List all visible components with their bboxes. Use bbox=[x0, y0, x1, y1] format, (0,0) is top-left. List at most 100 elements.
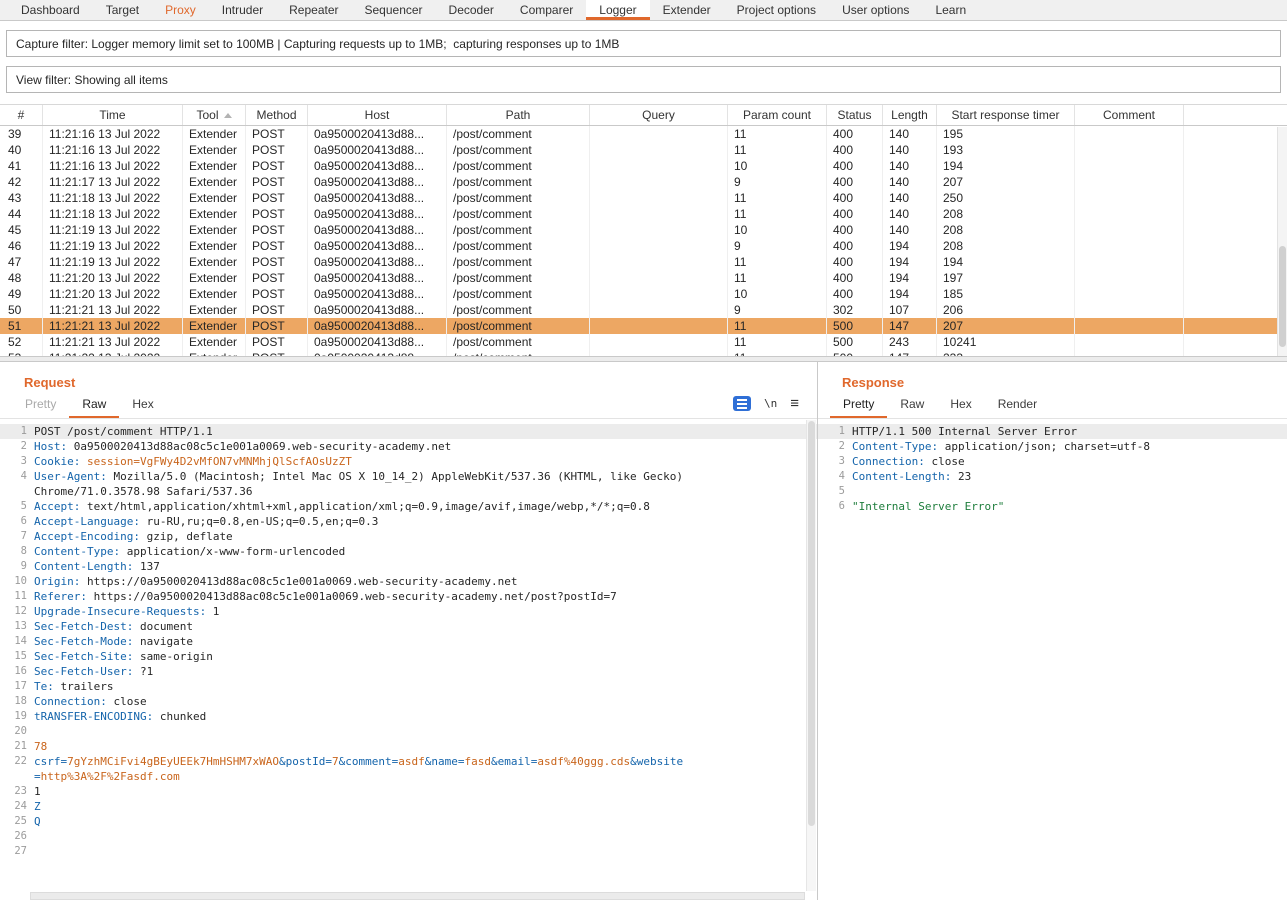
log-row-48[interactable]: 4811:21:20 13 Jul 2022ExtenderPOST0a9500… bbox=[0, 270, 1287, 286]
log-row-47[interactable]: 4711:21:19 13 Jul 2022ExtenderPOST0a9500… bbox=[0, 254, 1287, 270]
request-scrollbar-thumb[interactable] bbox=[808, 421, 815, 826]
column-header-tool[interactable]: Tool bbox=[183, 105, 246, 125]
request-vertical-scrollbar[interactable] bbox=[806, 420, 816, 891]
cell-status: 400 bbox=[827, 190, 883, 206]
log-row-53[interactable]: 5311:21:22 13 Jul 2022ExtenderPOST0a9500… bbox=[0, 350, 1287, 356]
cell-tool: Extender bbox=[183, 142, 246, 158]
request-horizontal-scrollbar[interactable] bbox=[30, 892, 805, 900]
table-vertical-scrollbar[interactable] bbox=[1277, 127, 1287, 356]
tab-learn[interactable]: Learn bbox=[922, 0, 979, 20]
column-header-start-response-timer[interactable]: Start response timer bbox=[937, 105, 1075, 125]
request-editor[interactable]: 1POST /post/comment HTTP/1.12Host: 0a950… bbox=[0, 419, 817, 900]
log-row-41[interactable]: 4111:21:16 13 Jul 2022ExtenderPOST0a9500… bbox=[0, 158, 1287, 174]
editor-line: 15Sec-Fetch-Site: same-origin bbox=[0, 649, 817, 664]
view-filter-bar[interactable]: View filter: Showing all items bbox=[6, 66, 1281, 93]
tab-decoder[interactable]: Decoder bbox=[436, 0, 507, 20]
response-tab-render[interactable]: Render bbox=[985, 392, 1050, 418]
line-number: 10 bbox=[0, 574, 27, 589]
tab-repeater[interactable]: Repeater bbox=[276, 0, 351, 20]
cell-length: 140 bbox=[883, 206, 937, 222]
cell-length: 147 bbox=[883, 350, 937, 356]
column-header-host[interactable]: Host bbox=[308, 105, 447, 125]
log-row-39[interactable]: 3911:21:16 13 Jul 2022ExtenderPOST0a9500… bbox=[0, 126, 1287, 142]
log-row-44[interactable]: 4411:21:18 13 Jul 2022ExtenderPOST0a9500… bbox=[0, 206, 1287, 222]
cell-path: /post/comment bbox=[447, 158, 590, 174]
log-row-51[interactable]: 5111:21:21 13 Jul 2022ExtenderPOST0a9500… bbox=[0, 318, 1287, 334]
cell-comment bbox=[1075, 206, 1184, 222]
log-row-43[interactable]: 4311:21:18 13 Jul 2022ExtenderPOST0a9500… bbox=[0, 190, 1287, 206]
editor-line: 6"Internal Server Error" bbox=[818, 499, 1287, 514]
tab-sequencer[interactable]: Sequencer bbox=[352, 0, 436, 20]
cell-comment bbox=[1075, 318, 1184, 334]
column-header-num[interactable]: # bbox=[0, 105, 43, 125]
column-header-path[interactable]: Path bbox=[447, 105, 590, 125]
cell-tool: Extender bbox=[183, 270, 246, 286]
line-text: POST /post/comment HTTP/1.1 bbox=[27, 424, 213, 439]
cell-tool: Extender bbox=[183, 334, 246, 350]
tab-dashboard[interactable]: Dashboard bbox=[8, 0, 93, 20]
column-header-status[interactable]: Status bbox=[827, 105, 883, 125]
cell-start-response-timer: 208 bbox=[937, 238, 1075, 254]
cell-host: 0a9500020413d88... bbox=[308, 190, 447, 206]
cell-comment bbox=[1075, 190, 1184, 206]
cell-time: 11:21:18 13 Jul 2022 bbox=[43, 190, 183, 206]
tab-intruder[interactable]: Intruder bbox=[209, 0, 276, 20]
cell-time: 11:21:20 13 Jul 2022 bbox=[43, 286, 183, 302]
request-tab-hex[interactable]: Hex bbox=[119, 392, 166, 418]
line-text: Host: 0a9500020413d88ac08c5c1e001a0069.w… bbox=[27, 439, 451, 454]
line-number: 22 bbox=[0, 754, 27, 784]
response-tab-hex[interactable]: Hex bbox=[937, 392, 984, 418]
capture-filter-bar[interactable]: Capture filter: Logger memory limit set … bbox=[6, 30, 1281, 57]
column-header-param-count[interactable]: Param count bbox=[728, 105, 827, 125]
logger-table-body: 3911:21:16 13 Jul 2022ExtenderPOST0a9500… bbox=[0, 126, 1287, 356]
tab-user-options[interactable]: User options bbox=[829, 0, 922, 20]
tab-proxy[interactable]: Proxy bbox=[152, 0, 209, 20]
cell-query bbox=[590, 142, 728, 158]
cell-host: 0a9500020413d88... bbox=[308, 286, 447, 302]
log-row-52[interactable]: 5211:21:21 13 Jul 2022ExtenderPOST0a9500… bbox=[0, 334, 1287, 350]
response-tab-pretty[interactable]: Pretty bbox=[830, 392, 887, 418]
log-row-50[interactable]: 5011:21:21 13 Jul 2022ExtenderPOST0a9500… bbox=[0, 302, 1287, 318]
response-panel: Response PrettyRawHexRender 1HTTP/1.1 50… bbox=[818, 362, 1287, 900]
pretty-print-icon[interactable] bbox=[733, 396, 751, 411]
line-number: 17 bbox=[0, 679, 27, 694]
cell-path: /post/comment bbox=[447, 318, 590, 334]
line-text: Content-Type: application/json; charset=… bbox=[845, 439, 1150, 454]
cell-path: /post/comment bbox=[447, 286, 590, 302]
log-row-49[interactable]: 4911:21:20 13 Jul 2022ExtenderPOST0a9500… bbox=[0, 286, 1287, 302]
line-number: 13 bbox=[0, 619, 27, 634]
column-header-comment[interactable]: Comment bbox=[1075, 105, 1184, 125]
cell-method: POST bbox=[246, 238, 308, 254]
table-scrollbar-thumb[interactable] bbox=[1279, 246, 1286, 347]
line-text bbox=[845, 484, 852, 499]
cell-tool: Extender bbox=[183, 254, 246, 270]
tab-extender[interactable]: Extender bbox=[650, 0, 724, 20]
log-row-42[interactable]: 4211:21:17 13 Jul 2022ExtenderPOST0a9500… bbox=[0, 174, 1287, 190]
column-header-query[interactable]: Query bbox=[590, 105, 728, 125]
cell-status: 500 bbox=[827, 350, 883, 356]
tab-comparer[interactable]: Comparer bbox=[507, 0, 586, 20]
editor-line: 24Z bbox=[0, 799, 817, 814]
tab-logger[interactable]: Logger bbox=[586, 0, 649, 20]
response-tab-raw[interactable]: Raw bbox=[887, 392, 937, 418]
newline-toggle-icon[interactable]: \n bbox=[764, 397, 777, 410]
log-row-45[interactable]: 4511:21:19 13 Jul 2022ExtenderPOST0a9500… bbox=[0, 222, 1287, 238]
tab-project-options[interactable]: Project options bbox=[724, 0, 829, 20]
response-editor[interactable]: 1HTTP/1.1 500 Internal Server Error2Cont… bbox=[818, 419, 1287, 900]
column-header-time[interactable]: Time bbox=[43, 105, 183, 125]
column-header-method[interactable]: Method bbox=[246, 105, 308, 125]
cell-num: 53 bbox=[0, 350, 43, 356]
cell-length: 140 bbox=[883, 190, 937, 206]
column-header-length[interactable]: Length bbox=[883, 105, 937, 125]
line-number: 5 bbox=[818, 484, 845, 499]
editor-menu-icon[interactable]: ≡ bbox=[790, 396, 799, 411]
tab-target[interactable]: Target bbox=[93, 0, 152, 20]
cell-query bbox=[590, 190, 728, 206]
cell-param-count: 11 bbox=[728, 190, 827, 206]
request-tab-raw[interactable]: Raw bbox=[69, 392, 119, 418]
log-row-40[interactable]: 4011:21:16 13 Jul 2022ExtenderPOST0a9500… bbox=[0, 142, 1287, 158]
editor-line: 10Origin: https://0a9500020413d88ac08c5c… bbox=[0, 574, 817, 589]
request-tab-pretty[interactable]: Pretty bbox=[12, 392, 69, 418]
cell-path: /post/comment bbox=[447, 238, 590, 254]
log-row-46[interactable]: 4611:21:19 13 Jul 2022ExtenderPOST0a9500… bbox=[0, 238, 1287, 254]
